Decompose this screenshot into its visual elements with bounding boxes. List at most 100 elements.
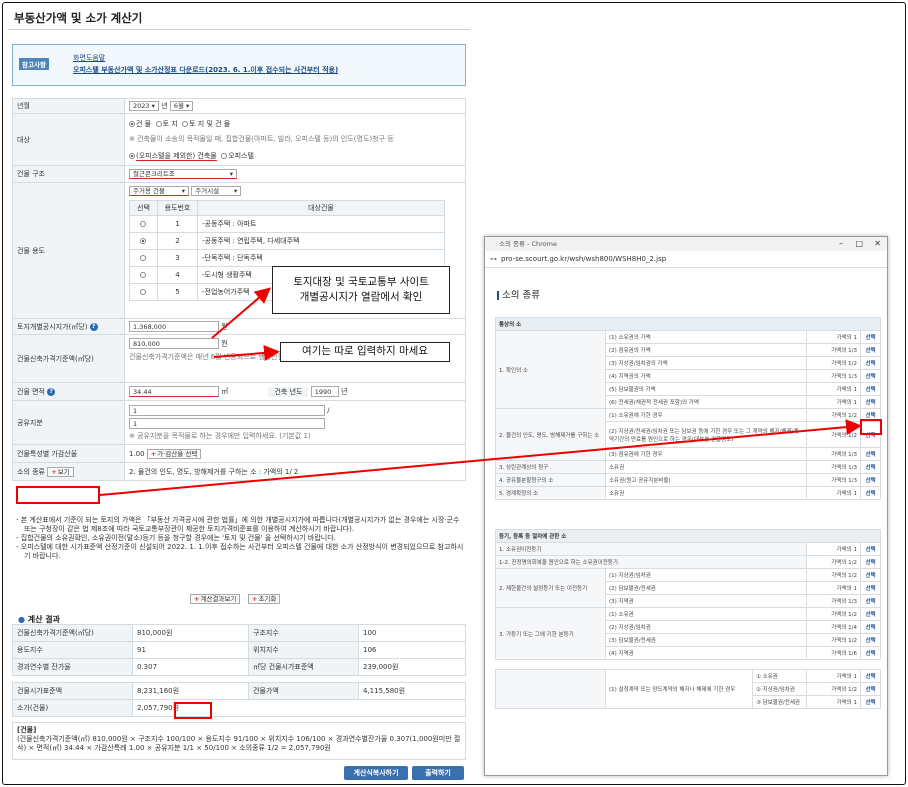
select-link[interactable]: 선택 [860,607,881,621]
select-link[interactable]: 선택 [860,447,881,461]
suit-item: (5) 담보물권의 가액 [605,382,807,396]
suit-item: (2) 지상권/전세권/임차권 또는 담보권 등에 기한 경우 또는 그 계약의… [605,421,807,448]
building-type-radio-officetel[interactable] [221,152,228,159]
land-price-label: 토지개별공시지가(㎡당) [17,322,88,331]
select-link[interactable]: 선택 [860,555,881,569]
popup-titlebar: 소의 종류 - Chrome – □ ✕ [485,237,887,251]
reset-button[interactable]: +초기화 [248,594,281,604]
won-unit: 원 [221,339,228,348]
popup-addressbar[interactable]: ⊶ pro-se.scourt.go.kr/wsh/wsh800/WSH8H0_… [485,251,887,268]
bldg-price-label: 건물가액 [248,682,359,700]
maximize-icon[interactable]: □ [855,237,863,251]
select-link[interactable]: 선택 [860,356,881,370]
select-link[interactable]: 선택 [860,646,881,660]
suit-fraction: 가액의 1/2 [806,356,861,370]
target-radio-land[interactable] [155,120,162,127]
suit-item: (3) 담보물권/전세권 [605,633,807,647]
use-select-1[interactable]: 주거용 건물 ▾ [129,186,189,196]
select-link[interactable]: 선택 [860,594,881,608]
use-radio-2[interactable] [140,238,146,244]
minimize-icon[interactable]: – [839,237,843,251]
help-icon[interactable]: ? [89,322,98,331]
year-select[interactable]: 2023 ▾ [129,101,159,111]
share-note: ※ 공유지분을 목적물로 하는 경우에만 입력하세요. (기본값 1) [129,431,311,440]
adj-value: 1.00 [129,449,145,458]
suit-fraction: 가액의 1/2 [806,607,861,621]
suit-fraction: 가액의 1/2 [806,408,861,422]
res-value: 100 [358,624,466,642]
select-link[interactable]: 선택 [860,369,881,383]
select-link[interactable]: 선택 [860,695,881,709]
use-radio-1[interactable] [140,221,146,227]
building-type-radio-general[interactable] [129,152,135,159]
officetel-download-link[interactable]: 오피스텔 부동산가액 및 소가산정표 다운로드(2023. 6. 1.이후 접수… [73,65,338,75]
popup-window: 소의 종류 - Chrome – □ ✕ ⊶ pro-se.scourt.go.… [484,236,888,776]
built-year-input[interactable]: 1990 [310,386,339,397]
select-link[interactable]: 선택 [860,542,881,556]
select-link[interactable]: 선택 [860,581,881,595]
select-link[interactable]: 선택 [860,669,881,683]
res-label: 구조지수 [248,624,359,642]
copy-formula-button[interactable]: 계산식복사하기 [344,766,408,780]
select-link[interactable]: 선택 [860,682,881,696]
suit-item: (2) 점유권의 가액 [605,343,807,357]
res-value: 106 [358,641,466,659]
use-radio-4[interactable] [140,272,146,278]
suit-sub-item: ③ 담보물권/전세권 [752,695,807,709]
suit-item: (1) 소유권에 기한 경우 [605,408,807,422]
select-link[interactable]: 선택 [860,486,881,500]
suit-view-button[interactable]: +보기 [47,466,74,477]
suit-item: (1) 소유권의 가액 [605,330,807,344]
building-type-officetel: 오피스텔 [228,151,254,160]
result-table: 건물신축가격기준액(㎡당) 810,000원 구조지수 100 용도지수 91 위치지수 1… [12,624,466,676]
select-link[interactable]: 선택 [860,395,881,409]
suit-item: (4) 지역권 [605,646,807,660]
suit-fraction: 가액의 1/3 [806,594,861,608]
area-label: 건물 면적 [17,387,45,396]
target-radio-land-building[interactable] [182,120,189,127]
res-value: 810,000원 [132,624,249,642]
select-link[interactable]: 선택 [860,343,881,357]
callout-land-price: 토지대장 및 국토교통부 사이트 개별공시지가 열람에서 확인 [272,266,450,314]
adj-select-button[interactable]: +가·감산율 선택 [146,448,202,459]
land-price-input[interactable]: 1,368,000 [129,321,219,332]
total-label: 건물시가표준액 [12,682,133,700]
popup-window-title: 소의 종류 - Chrome [499,240,557,248]
select-link[interactable]: 선택 [860,568,881,582]
suit-category: 5. 경계확정의 소 [495,486,606,500]
area-input[interactable]: 34.44 [129,386,219,397]
suit-category: 1. 소유권이전등기 [495,542,807,556]
share-denominator-input[interactable]: 1 [129,417,325,429]
suit-fraction: 가액의 1/2 [806,568,861,582]
use-no-1: 1 [157,215,198,233]
suit-fraction: 가액의 1 [806,581,861,595]
print-button[interactable]: 출력하기 [412,766,464,780]
use-name-2: -공동주택 : 연립주택, 다세대주택 [197,232,445,250]
std-price-input[interactable]: 810,000 [129,338,219,349]
share-label: 공유지분 [12,400,125,445]
help-link[interactable]: 화면도움말 [73,53,105,63]
close-icon[interactable]: ✕ [874,237,881,251]
month-select[interactable]: 6월 ▾ [169,101,194,111]
select-link[interactable]: 선택 [860,330,881,344]
share-numerator-input[interactable]: 1 [129,404,325,416]
select-link[interactable]: 선택 [860,633,881,647]
suit-fraction: 가액의 1/3 [806,447,861,461]
suit-fraction: 가액의 1 [806,486,861,500]
select-link[interactable]: 선택 [860,473,881,487]
site-info-icon[interactable]: ⊶ [490,251,497,268]
structure-select[interactable]: 철근콘크리트조 ▾ [129,169,237,179]
target-radio-building[interactable] [129,120,135,127]
use-radio-3[interactable] [140,255,146,261]
suit-category: 1. 확인의 소 [495,330,606,409]
use-radio-5[interactable] [140,289,146,295]
help-icon[interactable]: ? [47,387,56,396]
select-link[interactable]: 선택 [860,382,881,396]
year-label: 년월 [12,98,125,114]
select-link[interactable]: 선택 [860,460,881,474]
calc-view-button[interactable]: +계산결과보기 [190,594,241,604]
select-link[interactable]: 선택 [860,620,881,634]
use-select-2[interactable]: 주거시설 ▾ [191,186,242,196]
target-option-land-building: 토 지 및 건 물 [189,119,231,128]
suit-fraction: 가액의 1 [806,395,861,409]
